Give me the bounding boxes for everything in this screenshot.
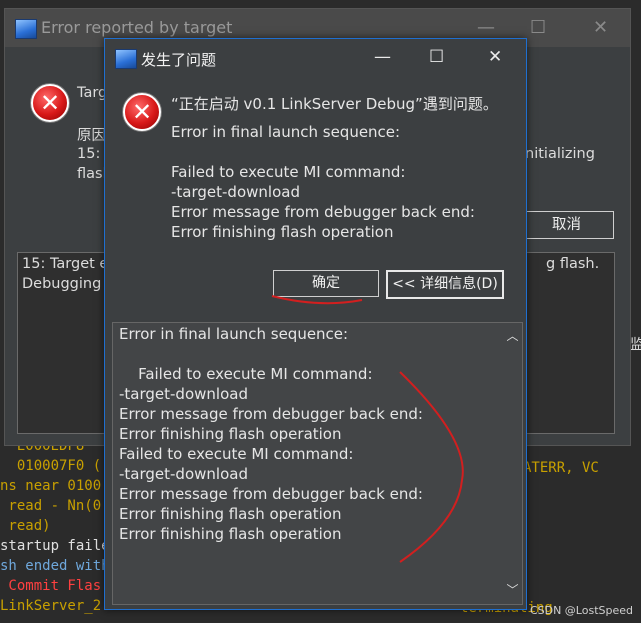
- annotation-overlay: [271, 295, 464, 563]
- annotation-bracket: [399, 371, 464, 563]
- watermark-text: CSDN @LostSpeed: [529, 604, 633, 617]
- annotation-underline: [271, 295, 363, 305]
